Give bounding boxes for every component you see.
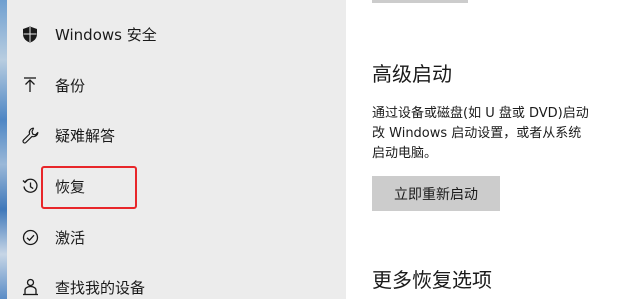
- sidebar-item-recovery[interactable]: 恢复: [7, 161, 346, 211]
- partial-top-button[interactable]: [372, 0, 468, 3]
- description-line: 通过设备或磁盘(如 U 盘或 DVD)启动: [372, 106, 589, 121]
- sidebar-item-troubleshoot[interactable]: 疑难解答: [7, 110, 346, 160]
- backup-arrow-icon: [21, 76, 39, 94]
- sidebar-item-label: 激活: [55, 228, 86, 247]
- recovery-icon: [21, 177, 39, 195]
- sidebar-item-find-my-device[interactable]: 查找我的设备: [7, 262, 346, 299]
- desktop-background-strip: [0, 0, 7, 299]
- settings-window: Windows 安全 备份 疑难解答 恢复 激活 查找我的设备 高级启动 通过设…: [0, 0, 620, 299]
- sidebar-item-label: 备份: [55, 76, 86, 95]
- advanced-startup-description: 通过设备或磁盘(如 U 盘或 DVD)启动 改 Windows 启动设置，或者从…: [372, 104, 620, 164]
- sidebar-item-label: 疑难解答: [55, 126, 116, 145]
- sidebar-item-label: 查找我的设备: [55, 278, 146, 297]
- sidebar-item-label: Windows 安全: [55, 25, 157, 44]
- sidebar: Windows 安全 备份 疑难解答 恢复 激活 查找我的设备: [7, 0, 351, 299]
- more-recovery-options-heading: 更多恢复选项: [372, 268, 492, 292]
- check-circle-icon: [21, 228, 39, 246]
- sidebar-item-label: 恢复: [55, 177, 86, 196]
- wrench-icon: [21, 126, 39, 144]
- restart-now-button[interactable]: 立即重新启动: [372, 176, 500, 211]
- description-line: 启动电脑。: [372, 146, 438, 161]
- advanced-startup-heading: 高级启动: [372, 62, 452, 86]
- main-content: 高级启动 通过设备或磁盘(如 U 盘或 DVD)启动 改 Windows 启动设…: [346, 0, 620, 299]
- person-location-icon: [21, 278, 39, 296]
- description-line: 改 Windows 启动设置，或者从系统: [372, 126, 582, 141]
- sidebar-item-activation[interactable]: 激活: [7, 212, 346, 262]
- sidebar-item-backup[interactable]: 备份: [7, 60, 346, 110]
- shield-icon: [21, 25, 39, 43]
- sidebar-item-windows-security[interactable]: Windows 安全: [7, 9, 346, 59]
